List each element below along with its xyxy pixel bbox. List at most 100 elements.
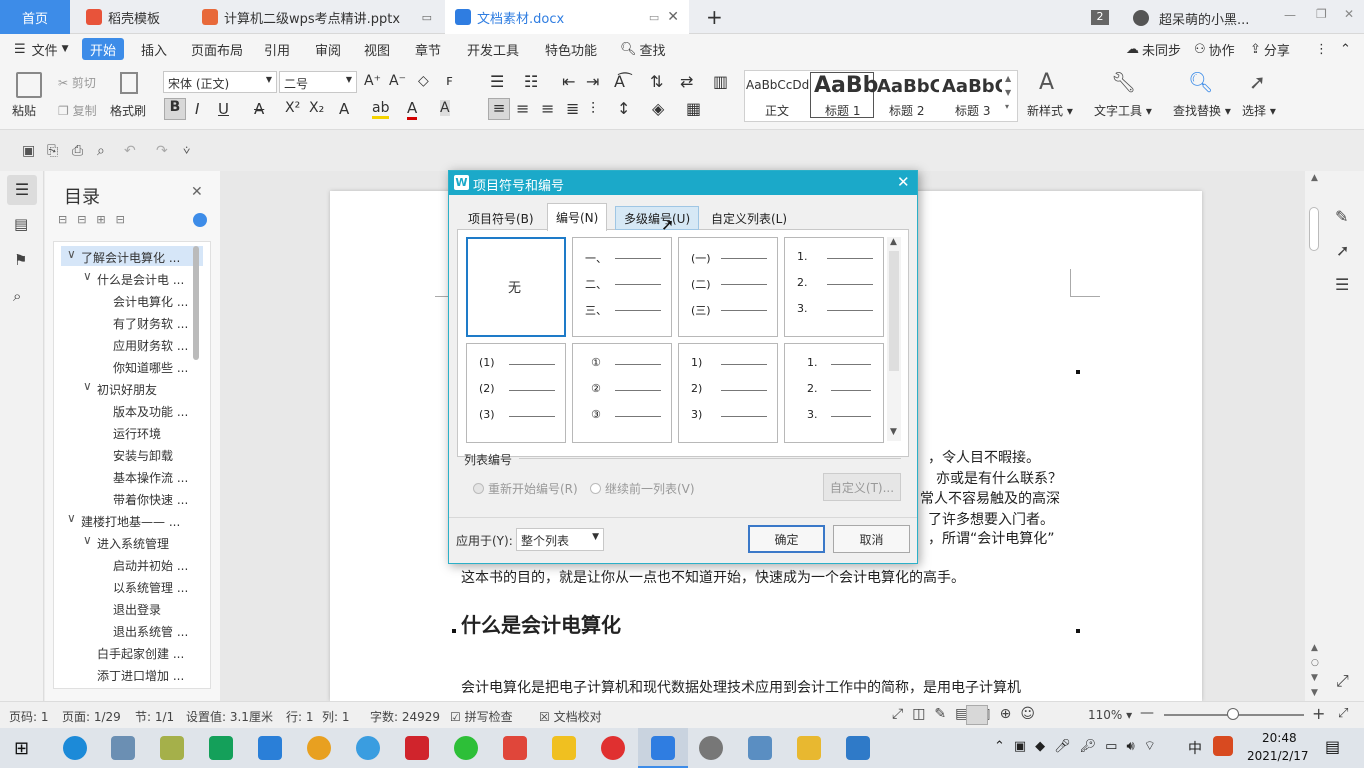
app-icon[interactable] [405,736,429,760]
toc-item[interactable]: 安装与卸载 [113,447,173,464]
menu-chapter[interactable]: 章节 [415,34,441,64]
doc-line[interactable]: 亦或是有什么联系？ [936,468,1062,488]
wps-writer-icon[interactable] [651,736,675,760]
search-menu[interactable]: 🔍︎ 查找 [620,34,666,64]
bold-button[interactable]: B [164,98,186,120]
numbered-list-icon[interactable]: ☷ [524,72,538,91]
numbering-option[interactable]: 1. 2. 3. [784,343,884,443]
page-icon[interactable]: ▤ [14,215,28,233]
format-painter-button[interactable]: 格式刷 [110,102,146,119]
sync-button[interactable]: ☁ 未同步 [1126,34,1181,64]
chrome-icon[interactable] [307,736,331,760]
zoom-level[interactable]: 110% ▾ [1088,708,1132,722]
customize-button[interactable]: 自定义(T)... [823,473,901,501]
scroll-down-icon[interactable]: ▼ [890,427,897,437]
status-column[interactable]: 列: 1 [322,708,350,725]
save-icon[interactable]: ▣ [22,143,35,159]
numbering-option[interactable]: (1) (2) (3) [466,343,566,443]
font-color-icon[interactable]: A [407,99,418,120]
text-tools-button[interactable]: 文字工具 ▾ [1094,102,1152,119]
toc-expand-icon[interactable]: ∨ [83,533,92,547]
char-case-icon[interactable]: A͡ [614,72,625,91]
collapse-ribbon-icon[interactable]: ⌃ [1340,34,1351,64]
toc-item[interactable]: 版本及功能 ... [113,403,188,420]
minimize-icon[interactable]: — [1284,8,1296,22]
shrink-font-icon[interactable]: A⁻ [389,73,406,89]
brush-icon[interactable] [120,72,138,94]
status-line[interactable]: 行: 1 [286,708,314,725]
close-icon[interactable]: ✕ [897,173,910,191]
share-button[interactable]: ⇪ 分享 [1250,34,1290,64]
toc-expand-icon[interactable]: ∨ [83,269,92,283]
continue-numbering-radio[interactable]: 继续前一列表(V) [590,480,695,497]
sliders-icon[interactable]: ☰ [1335,275,1349,294]
align-right-icon[interactable]: ≡ [541,99,554,118]
find-replace-button[interactable]: 查找替换 ▾ [1173,102,1231,119]
doc-line[interactable]: 常人不容易触及的高深 [920,488,1060,508]
spreadsheet-icon[interactable] [209,736,233,760]
scrollbar-thumb[interactable] [889,251,899,371]
tab-home[interactable]: 首页 [0,0,70,34]
style-heading2-label[interactable]: 标题 2 [889,102,924,119]
tab-templates[interactable]: 稻壳模板 [72,0,186,34]
doc-line[interactable]: 会计电算化是把电子计算机和现代数据处理技术应用到会计工作中的简称，是用电子计算机 [461,677,1021,697]
more-icon[interactable]: ⋮ [1315,34,1328,64]
toc-expand-icon[interactable]: ∨ [67,511,76,525]
border-icon[interactable]: ▦ [686,99,701,118]
ok-button[interactable]: 确定 [748,525,825,553]
gallery-scroll-icon[interactable]: ▲ ▼ ▾ [1005,72,1011,114]
highlight-icon[interactable]: ab [372,100,390,119]
zoom-in-icon[interactable]: + [1312,704,1325,723]
toc-item[interactable]: 添丁进口增加 ... [97,667,184,684]
toc-item[interactable]: 有了财务软 ... [113,315,188,332]
status-page-num[interactable]: 页码: 1 [9,708,49,725]
tray-icons[interactable]: ⌃▣◆🎤︎🔑︎▭🔊︎⌔ [994,738,1165,754]
cut-button[interactable]: ✂ 剪切 [58,74,96,91]
screen-icon[interactable]: ▭ [649,11,659,24]
style-heading1-preview[interactable]: AaBb [814,73,878,98]
toc-item[interactable]: 会计电算化 ... [113,293,188,310]
indent-icon[interactable]: ⇥ [586,72,599,91]
bullet-list-icon[interactable]: ☰ [490,72,504,91]
wechat-icon[interactable] [454,736,478,760]
print-icon[interactable]: ⎙ [72,143,83,159]
tab-pptx[interactable]: 计算机二级wps考点精讲.pptx ▭ [188,0,442,34]
scrollbar-thumb[interactable] [1309,207,1319,251]
style-heading1-label[interactable]: 标题 1 [825,102,860,119]
style-heading3-label[interactable]: 标题 3 [955,102,990,119]
menu-layout[interactable]: 页面布局 [191,34,243,64]
doc-heading[interactable]: 什么是会计电算化 [461,609,621,638]
toc-item[interactable]: 退出登录 [113,601,161,618]
spell-check-button[interactable]: ☑ 拼写检查 [450,708,513,725]
toc-item[interactable]: 什么是会计电 ... [97,271,184,288]
style-heading2-preview[interactable]: AaBbC [877,76,939,97]
wrench-icon[interactable]: 🔧︎ [1111,70,1136,94]
new-style-button[interactable]: 新样式 ▾ [1027,102,1073,119]
menu-references[interactable]: 引用 [264,34,290,64]
align-left-icon[interactable]: ≡ [488,98,510,120]
user-name[interactable]: 超呆萌的小黑... [1159,9,1249,28]
folder-icon[interactable] [797,736,821,760]
toc-item[interactable]: 初识好朋友 [97,381,157,398]
clear-format-icon[interactable]: ◇ [418,73,429,89]
avatar[interactable] [1133,10,1149,26]
windows-start-icon[interactable]: ⊞ [14,738,29,759]
subscript-button[interactable]: X₂ [309,100,324,116]
redo-icon[interactable]: ↷ [156,143,168,159]
tab-multilevel[interactable]: 多级编号(U) [615,206,700,230]
preview-icon[interactable]: ⌕ [97,143,105,159]
underline-button[interactable]: U [218,100,229,118]
sort-icon[interactable]: ⇅ [650,72,663,91]
cursor-icon[interactable]: ➚ [1249,70,1266,94]
app-icon[interactable] [699,736,723,760]
undo-icon[interactable]: ↶ [124,143,136,159]
copy-button[interactable]: ❐ 复制 [58,102,97,119]
menu-view[interactable]: 视图 [364,34,390,64]
tab-bullets[interactable]: 项目符号(B) [460,206,542,230]
app-icon[interactable] [503,736,527,760]
toc-item[interactable]: 应用财务软 ... [113,337,188,354]
collab-button[interactable]: ⚇ 协作 [1194,34,1235,64]
distribute-icon[interactable]: ⫶ [591,99,595,119]
toc-item[interactable]: 退出系统管 ... [113,623,188,640]
toc-expand-icon[interactable]: ∨ [83,379,92,393]
